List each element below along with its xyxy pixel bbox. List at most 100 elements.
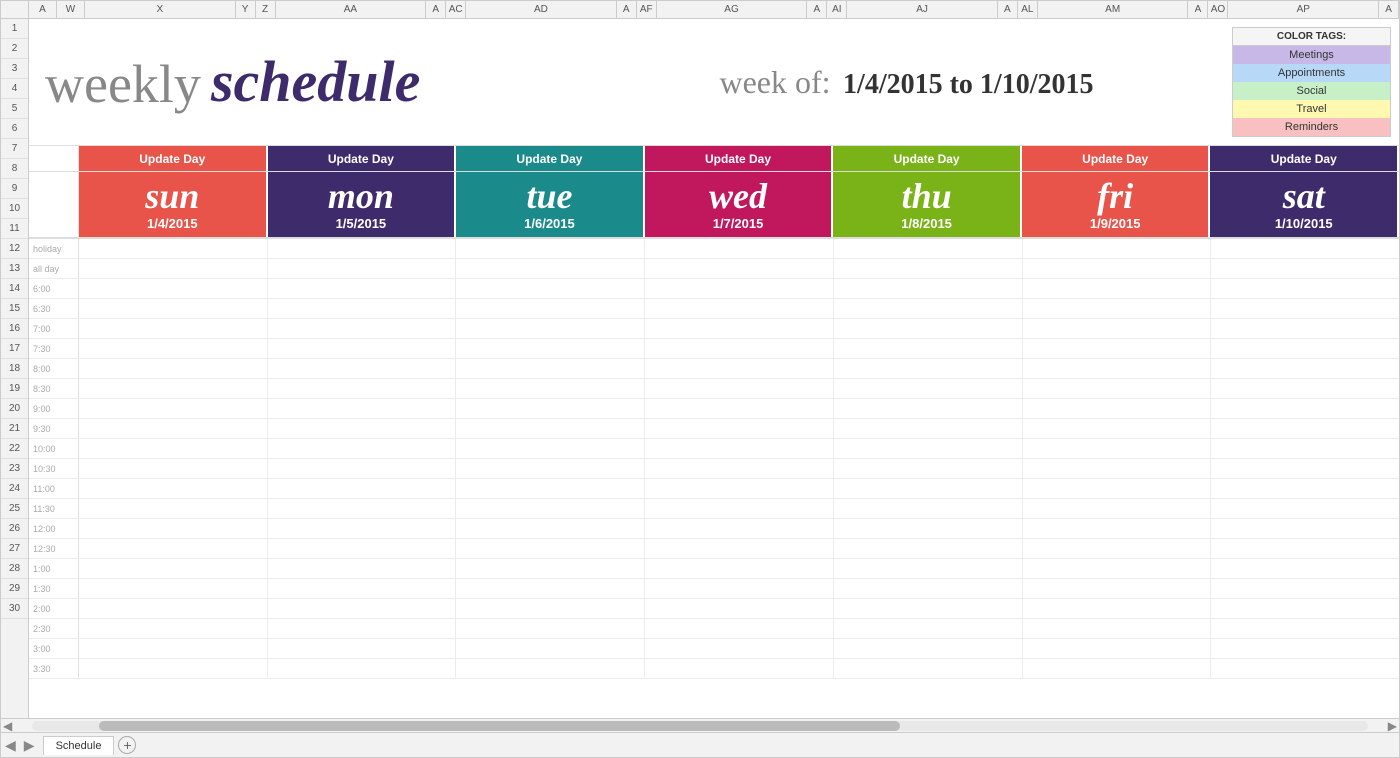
time-cell-tue-16[interactable] bbox=[456, 559, 645, 578]
time-cell-thu-21[interactable] bbox=[834, 659, 1023, 678]
time-cell-fri-16[interactable] bbox=[1023, 559, 1212, 578]
time-cell-thu-3[interactable] bbox=[834, 299, 1023, 318]
time-cell-thu-13[interactable] bbox=[834, 499, 1023, 518]
time-cell-fri-19[interactable] bbox=[1023, 619, 1212, 638]
time-cell-sat-12[interactable] bbox=[1211, 479, 1399, 498]
time-cell-sun-3[interactable] bbox=[79, 299, 268, 318]
time-cell-sun-0[interactable] bbox=[79, 239, 268, 258]
update-day-fri[interactable]: Update Day bbox=[1022, 146, 1211, 171]
update-day-thu[interactable]: Update Day bbox=[833, 146, 1022, 171]
time-cell-fri-12[interactable] bbox=[1023, 479, 1212, 498]
time-cell-sun-15[interactable] bbox=[79, 539, 268, 558]
update-day-sat[interactable]: Update Day bbox=[1210, 146, 1399, 171]
time-cell-tue-4[interactable] bbox=[456, 319, 645, 338]
update-day-tue[interactable]: Update Day bbox=[456, 146, 645, 171]
time-cell-wed-17[interactable] bbox=[645, 579, 834, 598]
time-cell-sun-18[interactable] bbox=[79, 599, 268, 618]
time-cell-wed-10[interactable] bbox=[645, 439, 834, 458]
time-cell-tue-8[interactable] bbox=[456, 399, 645, 418]
time-cell-sun-8[interactable] bbox=[79, 399, 268, 418]
time-cell-fri-3[interactable] bbox=[1023, 299, 1212, 318]
time-cell-sun-9[interactable] bbox=[79, 419, 268, 438]
time-cell-wed-14[interactable] bbox=[645, 519, 834, 538]
nav-left-icon[interactable]: ◀ bbox=[5, 737, 16, 754]
time-cell-sat-8[interactable] bbox=[1211, 399, 1399, 418]
time-cell-mon-1[interactable] bbox=[268, 259, 457, 278]
time-cell-sat-7[interactable] bbox=[1211, 379, 1399, 398]
time-cell-tue-10[interactable] bbox=[456, 439, 645, 458]
time-cell-sun-4[interactable] bbox=[79, 319, 268, 338]
time-cell-sun-11[interactable] bbox=[79, 459, 268, 478]
time-cell-wed-1[interactable] bbox=[645, 259, 834, 278]
time-cell-sat-1[interactable] bbox=[1211, 259, 1399, 278]
time-cell-fri-0[interactable] bbox=[1023, 239, 1212, 258]
time-cell-fri-13[interactable] bbox=[1023, 499, 1212, 518]
time-cell-sat-20[interactable] bbox=[1211, 639, 1399, 658]
time-cell-wed-19[interactable] bbox=[645, 619, 834, 638]
time-cell-sun-12[interactable] bbox=[79, 479, 268, 498]
time-cell-fri-1[interactable] bbox=[1023, 259, 1212, 278]
time-cell-mon-2[interactable] bbox=[268, 279, 457, 298]
schedule-tab[interactable]: Schedule bbox=[43, 736, 115, 755]
time-cell-sun-6[interactable] bbox=[79, 359, 268, 378]
time-cell-mon-13[interactable] bbox=[268, 499, 457, 518]
time-cell-tue-19[interactable] bbox=[456, 619, 645, 638]
time-cell-tue-11[interactable] bbox=[456, 459, 645, 478]
time-cell-sun-16[interactable] bbox=[79, 559, 268, 578]
time-cell-fri-2[interactable] bbox=[1023, 279, 1212, 298]
time-cell-fri-5[interactable] bbox=[1023, 339, 1212, 358]
time-cell-fri-8[interactable] bbox=[1023, 399, 1212, 418]
time-cell-sat-16[interactable] bbox=[1211, 559, 1399, 578]
time-cell-sat-10[interactable] bbox=[1211, 439, 1399, 458]
time-cell-tue-5[interactable] bbox=[456, 339, 645, 358]
time-cell-sat-19[interactable] bbox=[1211, 619, 1399, 638]
time-cell-thu-4[interactable] bbox=[834, 319, 1023, 338]
time-cell-fri-6[interactable] bbox=[1023, 359, 1212, 378]
scrollbar-thumb[interactable] bbox=[99, 721, 900, 731]
time-cell-thu-5[interactable] bbox=[834, 339, 1023, 358]
time-cell-fri-10[interactable] bbox=[1023, 439, 1212, 458]
time-cell-sat-13[interactable] bbox=[1211, 499, 1399, 518]
time-cell-thu-9[interactable] bbox=[834, 419, 1023, 438]
time-cell-sat-6[interactable] bbox=[1211, 359, 1399, 378]
time-cell-sun-14[interactable] bbox=[79, 519, 268, 538]
horizontal-scrollbar[interactable]: ◀ ▶ bbox=[1, 718, 1399, 732]
time-cell-sun-1[interactable] bbox=[79, 259, 268, 278]
time-cell-sat-18[interactable] bbox=[1211, 599, 1399, 618]
time-cell-sat-21[interactable] bbox=[1211, 659, 1399, 678]
time-cell-fri-4[interactable] bbox=[1023, 319, 1212, 338]
time-cell-mon-20[interactable] bbox=[268, 639, 457, 658]
time-cell-thu-2[interactable] bbox=[834, 279, 1023, 298]
time-cell-mon-8[interactable] bbox=[268, 399, 457, 418]
time-cell-wed-5[interactable] bbox=[645, 339, 834, 358]
time-cell-tue-6[interactable] bbox=[456, 359, 645, 378]
time-cell-fri-21[interactable] bbox=[1023, 659, 1212, 678]
nav-right-icon[interactable]: ▶ bbox=[24, 737, 35, 754]
time-cell-thu-16[interactable] bbox=[834, 559, 1023, 578]
time-cell-sat-11[interactable] bbox=[1211, 459, 1399, 478]
time-cell-wed-4[interactable] bbox=[645, 319, 834, 338]
time-cell-fri-15[interactable] bbox=[1023, 539, 1212, 558]
time-cell-mon-3[interactable] bbox=[268, 299, 457, 318]
time-cell-tue-21[interactable] bbox=[456, 659, 645, 678]
time-cell-tue-18[interactable] bbox=[456, 599, 645, 618]
update-day-wed[interactable]: Update Day bbox=[645, 146, 834, 171]
time-cell-wed-21[interactable] bbox=[645, 659, 834, 678]
time-cell-wed-20[interactable] bbox=[645, 639, 834, 658]
time-cell-fri-9[interactable] bbox=[1023, 419, 1212, 438]
time-cell-sat-17[interactable] bbox=[1211, 579, 1399, 598]
time-cell-tue-7[interactable] bbox=[456, 379, 645, 398]
time-cell-tue-14[interactable] bbox=[456, 519, 645, 538]
time-cell-mon-9[interactable] bbox=[268, 419, 457, 438]
time-cell-mon-14[interactable] bbox=[268, 519, 457, 538]
time-cell-mon-19[interactable] bbox=[268, 619, 457, 638]
time-cell-mon-18[interactable] bbox=[268, 599, 457, 618]
time-cell-tue-9[interactable] bbox=[456, 419, 645, 438]
time-cell-tue-20[interactable] bbox=[456, 639, 645, 658]
time-cell-thu-12[interactable] bbox=[834, 479, 1023, 498]
time-cell-wed-9[interactable] bbox=[645, 419, 834, 438]
time-cell-wed-11[interactable] bbox=[645, 459, 834, 478]
update-day-mon[interactable]: Update Day bbox=[268, 146, 457, 171]
time-cell-thu-11[interactable] bbox=[834, 459, 1023, 478]
time-cell-mon-12[interactable] bbox=[268, 479, 457, 498]
